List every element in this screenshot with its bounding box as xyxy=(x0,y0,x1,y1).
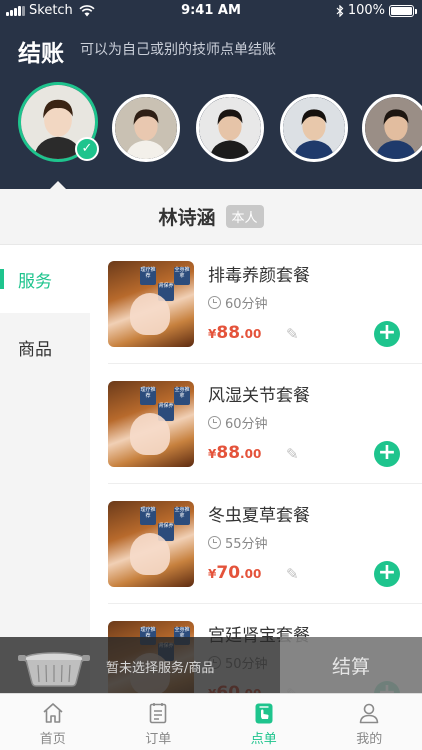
profile-icon xyxy=(359,703,379,724)
thumbnail-tag: 理疗推荐 xyxy=(140,507,156,525)
avatar-photo xyxy=(365,97,422,159)
divider xyxy=(108,603,422,604)
thumbnail-tag: 全身推拿 xyxy=(174,387,190,405)
price-integer: 70 xyxy=(216,563,241,583)
edit-price-icon[interactable]: ✎ xyxy=(286,565,299,583)
tab-place-order[interactable]: 点单 xyxy=(211,694,317,750)
category-label: 商品 xyxy=(18,339,52,360)
foot-image xyxy=(130,533,170,575)
tab-label: 我的 xyxy=(356,732,383,747)
checkout-button[interactable]: 结算 xyxy=(280,637,422,693)
clock-icon xyxy=(208,416,221,429)
technician-avatar[interactable] xyxy=(112,94,180,162)
page-subtitle: 可以为自己或别的技师点单结账 xyxy=(80,42,276,58)
self-badge: 本人 xyxy=(225,205,264,228)
tab-label: 首页 xyxy=(39,732,66,747)
tab-profile[interactable]: 我的 xyxy=(317,694,422,750)
technician-name: 林诗涵 xyxy=(158,207,216,229)
avatar-photo xyxy=(115,97,177,159)
home-icon xyxy=(43,703,63,723)
service-name: 风湿关节套餐 xyxy=(208,386,310,406)
service-thumbnail: 理疗推荐全身推拿肾保养 xyxy=(108,381,194,467)
checkout-label: 结算 xyxy=(331,655,370,678)
service-item[interactable]: 理疗推荐 全身推拿 肾保养 风湿关节套餐 60分钟 ¥88.00 ✎ + xyxy=(90,365,422,485)
status-bar: Sketch 9:41 AM 100% xyxy=(0,0,422,22)
edit-price-icon[interactable]: ✎ xyxy=(286,445,299,463)
service-list[interactable]: 理疗推荐 全身推拿 肾保养 排毒养颜套餐 60分钟 ¥88.00 ✎ + 理疗推荐 全身推拿 肾保养… xyxy=(90,245,422,693)
header: Sketch 9:41 AM 100% 结账 可以为自己或别的技师点单结账 ✓ xyxy=(0,0,422,189)
category-sidebar: 服务 商品 xyxy=(0,245,90,693)
thumbnail-tag: 理疗推荐 xyxy=(140,387,156,405)
cart-empty-text: 暂未选择服务/商品 xyxy=(106,661,215,676)
service-duration: 60分钟 xyxy=(208,413,268,432)
tab-orders[interactable]: 订单 xyxy=(106,694,212,750)
service-thumbnail: 理疗推荐全身推拿肾保养 xyxy=(108,261,194,347)
battery-percent: 100% xyxy=(347,3,385,18)
current-technician-bar: 林诗涵 本人 xyxy=(0,189,422,245)
category-label: 服务 xyxy=(18,271,52,292)
thumbnail-tag: 理疗推荐 xyxy=(140,267,156,285)
technician-avatar[interactable] xyxy=(280,94,348,162)
duration-text: 60分钟 xyxy=(225,417,268,432)
avatar-photo xyxy=(199,97,261,159)
avatar-photo xyxy=(283,97,345,159)
technician-avatar[interactable]: ✓ xyxy=(18,82,99,162)
service-name: 冬虫夏草套餐 xyxy=(208,506,310,526)
order-icon xyxy=(149,703,167,724)
page-title: 结账 xyxy=(18,41,64,67)
cart-bar: 暂未选择服务/商品 结算 xyxy=(0,637,422,693)
cart-summary[interactable]: 暂未选择服务/商品 xyxy=(0,637,280,693)
service-price: ¥88.00 xyxy=(208,443,261,463)
divider xyxy=(108,483,422,484)
price-decimal: .00 xyxy=(240,327,262,341)
service-item[interactable]: 理疗推荐 全身推拿 肾保养 排毒养颜套餐 60分钟 ¥88.00 ✎ + xyxy=(90,245,422,365)
service-price: ¥70.00 xyxy=(208,563,261,583)
clock-icon xyxy=(208,536,221,549)
add-service-button[interactable]: + xyxy=(374,441,400,467)
foot-image xyxy=(130,413,170,455)
service-duration: 60分钟 xyxy=(208,293,268,312)
thumbnail-tag: 全身推拿 xyxy=(174,507,190,525)
service-duration: 55分钟 xyxy=(208,533,268,552)
price-decimal: .00 xyxy=(240,447,262,461)
service-name: 排毒养颜套餐 xyxy=(208,266,310,286)
category-services[interactable]: 服务 xyxy=(0,245,90,313)
place-order-icon xyxy=(255,703,273,724)
tab-bar: 首页 订单 点单 我的 xyxy=(0,693,422,750)
service-item[interactable]: 理疗推荐 全身推拿 肾保养 冬虫夏草套餐 55分钟 ¥70.00 ✎ + xyxy=(90,485,422,605)
price-integer: 88 xyxy=(216,323,241,343)
basket-icon xyxy=(18,652,90,687)
edit-price-icon[interactable]: ✎ xyxy=(286,325,299,343)
duration-text: 55分钟 xyxy=(225,537,268,552)
price-integer: 88 xyxy=(216,443,241,463)
duration-text: 60分钟 xyxy=(225,297,268,312)
service-thumbnail: 理疗推荐全身推拿肾保养 xyxy=(108,501,194,587)
thumbnail-tag: 全身推拿 xyxy=(174,267,190,285)
service-price: ¥88.00 xyxy=(208,323,261,343)
price-decimal: .00 xyxy=(240,567,262,581)
category-products[interactable]: 商品 xyxy=(0,313,90,381)
bluetooth-icon xyxy=(336,4,344,17)
add-service-button[interactable]: + xyxy=(374,561,400,587)
tab-label: 点单 xyxy=(250,732,277,747)
technician-avatar[interactable] xyxy=(196,94,264,162)
technician-avatar[interactable] xyxy=(362,94,422,162)
battery-icon xyxy=(389,4,417,17)
selection-pointer xyxy=(50,181,66,189)
foot-image xyxy=(130,293,170,335)
technician-list: ✓ xyxy=(18,82,422,162)
selected-check-icon: ✓ xyxy=(75,137,99,161)
tab-label: 订单 xyxy=(145,732,172,747)
clock-icon xyxy=(208,296,221,309)
divider xyxy=(108,363,422,364)
tab-home[interactable]: 首页 xyxy=(0,694,106,750)
add-service-button[interactable]: + xyxy=(374,321,400,347)
